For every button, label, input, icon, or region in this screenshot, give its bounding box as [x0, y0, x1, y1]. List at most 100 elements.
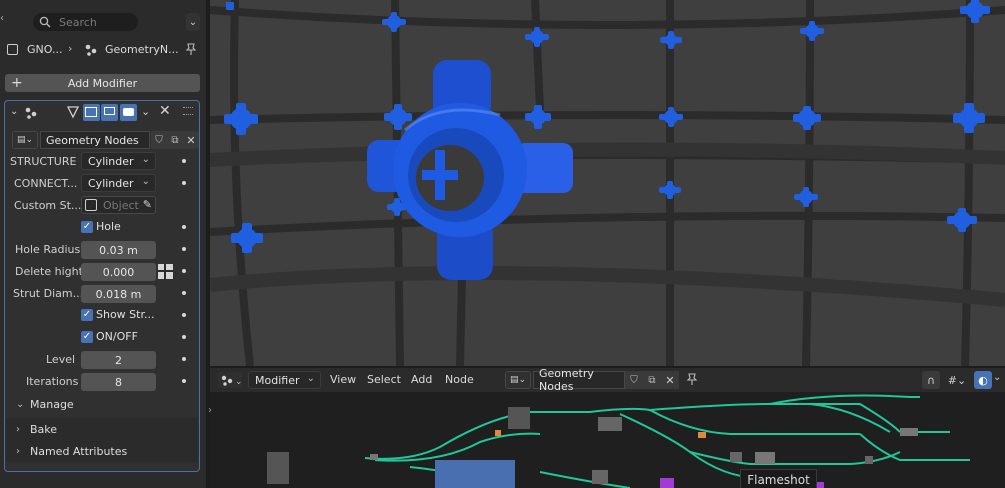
- field-iterations: Iterations 8: [0, 370, 207, 392]
- connector-label: CONNECT...: [14, 176, 78, 190]
- breadcrumb-separator-icon: ›: [68, 42, 73, 55]
- fake-user-shield-icon[interactable]: ⛉: [625, 371, 643, 389]
- chevron-down-icon: ⌄: [141, 176, 150, 187]
- editor-type-dropdown[interactable]: ⌄: [218, 372, 243, 388]
- menu-select[interactable]: Select: [367, 373, 401, 386]
- object-picker-field[interactable]: Object ✎: [81, 196, 156, 214]
- cage-icon: [85, 107, 97, 117]
- modifier-header: ⌄ ⌄ ✕: [0, 102, 207, 124]
- chevron-down-icon: ⌄: [16, 398, 25, 410]
- field-hole: ✓ Hole: [0, 216, 207, 238]
- geometry-nodes-icon: [85, 44, 97, 56]
- object-placeholder: Object: [103, 198, 139, 212]
- lattice-struts: [210, 0, 1005, 366]
- keyframe-dot-icon[interactable]: [182, 269, 186, 273]
- iterations-label: Iterations: [26, 374, 79, 388]
- close-icon[interactable]: ✕: [159, 103, 171, 119]
- snap-magnet-icon[interactable]: ∩: [922, 371, 940, 389]
- panel-named-attributes-label: Named Attributes: [30, 444, 128, 458]
- chevron-right-icon: ›: [16, 423, 20, 435]
- unlink-icon[interactable]: ✕: [661, 371, 679, 389]
- chevron-right-icon: ›: [16, 445, 20, 457]
- field-delete-hight: Delete hight 0.000: [0, 260, 207, 282]
- keyframe-dot-icon[interactable]: [182, 291, 186, 295]
- panel-named-attributes[interactable]: › Named Attributes: [6, 440, 198, 462]
- object-icon: [85, 199, 97, 211]
- strut-diameter-label: Strut Diam...: [13, 286, 84, 300]
- node-editor-icon: ⌄: [221, 375, 243, 387]
- node-group-name-field[interactable]: Geometry Nodes: [40, 131, 150, 149]
- expand-handle-icon[interactable]: ‹: [0, 13, 4, 27]
- panel-manage[interactable]: ⌄ Manage: [6, 393, 198, 415]
- snap-grid-icon[interactable]: #⌄: [942, 371, 972, 389]
- panel-bake[interactable]: › Bake: [6, 418, 198, 440]
- plus-icon: +: [11, 75, 23, 91]
- modifier-menu-chevron-icon[interactable]: ⌄: [141, 105, 150, 118]
- add-modifier-label: Add Modifier: [67, 76, 138, 90]
- node-editor[interactable]: ⌄ Modifier ⌄ View Select Add Node ▤⌄ Geo…: [210, 368, 1005, 488]
- field-structure: STRUCTURE Cylinder ⌄: [0, 150, 207, 172]
- sidebar-expand-icon[interactable]: ›: [208, 405, 212, 416]
- eyedropper-icon[interactable]: ✎: [143, 198, 152, 211]
- filter-dropdown-chevron-icon[interactable]: ⌄: [186, 13, 200, 31]
- keyframe-dot-icon[interactable]: [182, 247, 186, 251]
- structure-value: Cylinder: [88, 154, 134, 168]
- overlay-dropdown-chevron-icon[interactable]: ⌄: [993, 372, 1001, 383]
- on-off-checkbox[interactable]: ✓: [81, 331, 93, 343]
- field-strut-diameter: Strut Diam... 0.018 m: [0, 282, 207, 304]
- structure-dropdown[interactable]: Cylinder ⌄: [81, 152, 156, 170]
- strut-diameter-input[interactable]: 0.018 m: [81, 285, 156, 303]
- chevron-down-icon: ⌄: [141, 154, 150, 165]
- keyframe-dot-icon[interactable]: [182, 225, 186, 229]
- delete-hight-label: Delete hight: [15, 264, 83, 278]
- editor-context-dropdown[interactable]: Modifier ⌄: [248, 371, 321, 389]
- object-icon: [7, 44, 18, 55]
- collapse-chevron-icon[interactable]: ⌄: [10, 106, 18, 117]
- level-input[interactable]: 2: [81, 351, 156, 369]
- show-struts-checkbox[interactable]: ✓: [81, 309, 93, 321]
- drag-handle-icon[interactable]: [183, 107, 193, 115]
- search-placeholder: Search: [59, 15, 97, 29]
- hole-checkbox[interactable]: ✓: [81, 221, 93, 233]
- svg-text:⌄: ⌄: [235, 377, 242, 387]
- unlink-icon[interactable]: ✕: [183, 131, 199, 149]
- keyframe-dot-icon[interactable]: [182, 379, 186, 383]
- breadcrumb-modifier[interactable]: GeometryN...: [105, 43, 179, 56]
- node-tree-browse-icon[interactable]: ▤⌄: [505, 371, 531, 389]
- field-connector: CONNECT... Cylinder ⌄: [0, 172, 207, 194]
- pin-icon[interactable]: [185, 43, 197, 56]
- fake-user-shield-icon[interactable]: ⛉: [151, 131, 167, 149]
- menu-node[interactable]: Node: [445, 373, 474, 386]
- duplicate-icon[interactable]: ⧉: [167, 131, 183, 149]
- 3d-viewport[interactable]: [210, 0, 1005, 366]
- keyframe-dot-icon[interactable]: [182, 181, 186, 185]
- hole-radius-label: Hole Radius: [15, 242, 81, 256]
- search-input[interactable]: Search: [33, 13, 138, 31]
- field-show-struts: ✓ Show Str...: [0, 304, 207, 326]
- keyframe-dot-icon[interactable]: [182, 357, 186, 361]
- search-row: ‹ Search ⌄: [0, 11, 207, 33]
- duplicate-icon[interactable]: ⧉: [643, 371, 661, 389]
- keyframe-dot-icon[interactable]: [182, 335, 186, 339]
- overlay-toggle-icon[interactable]: ◐: [974, 371, 992, 389]
- node-canvas[interactable]: [210, 392, 1005, 488]
- on-off-label: ON/OFF: [96, 330, 138, 343]
- geometry-nodes-icon: [25, 107, 37, 119]
- menu-add[interactable]: Add: [411, 373, 432, 386]
- pin-icon[interactable]: [686, 373, 698, 386]
- edit-mode-icon[interactable]: [66, 105, 80, 119]
- hole-radius-input[interactable]: 0.03 m: [81, 241, 156, 259]
- iterations-input[interactable]: 8: [81, 373, 156, 391]
- node-tree-browse-icon[interactable]: ▤⌄: [12, 131, 38, 149]
- menu-view[interactable]: View: [330, 373, 356, 386]
- panel-manage-label: Manage: [30, 397, 74, 411]
- node-editor-group-name[interactable]: Geometry Nodes: [533, 368, 625, 393]
- flameshot-cursor-icon: [158, 264, 173, 279]
- connector-dropdown[interactable]: Cylinder ⌄: [81, 174, 156, 192]
- field-hole-radius: Hole Radius 0.03 m: [0, 238, 207, 260]
- breadcrumb-object[interactable]: GNO...: [27, 43, 62, 56]
- keyframe-dot-icon[interactable]: [182, 159, 186, 163]
- add-modifier-button[interactable]: + Add Modifier: [5, 74, 200, 92]
- delete-hight-input[interactable]: 0.000: [81, 263, 156, 281]
- keyframe-dot-icon[interactable]: [182, 313, 186, 317]
